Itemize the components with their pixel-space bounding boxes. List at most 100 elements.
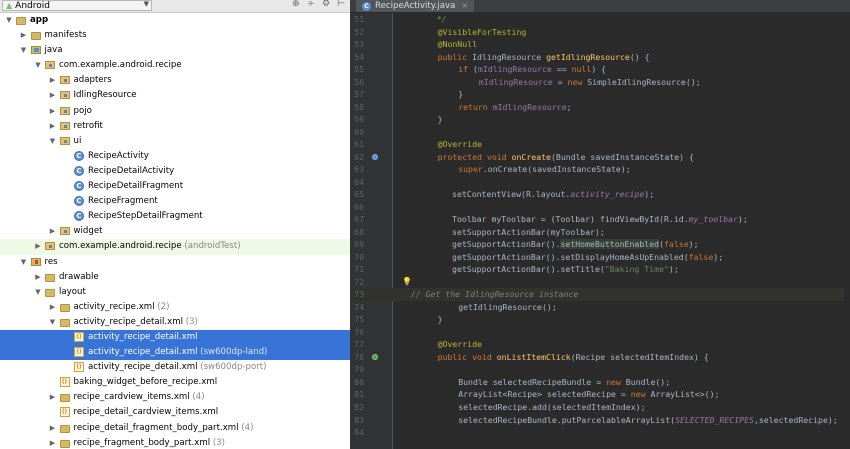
tree-item[interactable]: C RecipeFragment [0, 194, 350, 209]
lightbulb-icon[interactable]: 💡 [402, 276, 412, 289]
line-number: 63 [354, 164, 364, 175]
collapse-arrow-icon[interactable]: ▶ [34, 270, 42, 285]
code-token: onListItemClick [496, 351, 571, 362]
editor-tab-bar: C RecipeActivity.java × [350, 0, 850, 13]
code-text: ArrayList<Recipe> selectedRecipe = new A… [458, 388, 719, 401]
line-number: 53 [354, 39, 364, 50]
tree-item[interactable]: C RecipeActivity [0, 149, 350, 164]
tree-item-label: RecipeDetailActivity [88, 164, 174, 179]
pkg-icon [45, 242, 55, 251]
expand-arrow-icon[interactable]: ▼ [34, 58, 42, 73]
tree-item-label: ui [74, 134, 82, 149]
code-text: // Get the IdlingResource instance [411, 288, 579, 301]
code-token: = [552, 76, 568, 87]
collapse-arrow-icon[interactable]: ▶ [49, 390, 57, 405]
project-toolbar: ▲ Android ▼ ⊕ ÷ ⚙ ⊢ [0, 0, 350, 13]
line-number: 83 [354, 414, 364, 425]
close-icon[interactable]: × [461, 0, 468, 12]
tree-item-label: RecipeDetailFragment [88, 179, 183, 194]
collapse-arrow-icon[interactable]: ▶ [49, 224, 57, 239]
code-text: mIdlingResource = new SimpleIdlingResour… [479, 76, 701, 89]
code-line: 82 selectedRecipe.add(selectedItemIndex); [350, 401, 850, 414]
code-line: 75} [350, 313, 850, 326]
tree-item[interactable]: ▼ com.example.android.recipe [0, 58, 350, 73]
tree-item[interactable]: ▼ activity_recipe_detail.xml (3) [0, 315, 350, 330]
tree-item[interactable]: ▶ widget [0, 224, 350, 239]
tree-item[interactable]: ⟨⟩ activity_recipe_detail.xml [0, 329, 350, 346]
override-gutter-icon[interactable] [372, 153, 378, 160]
tree-item[interactable]: ▼ layout [0, 285, 350, 300]
tree-item[interactable]: C RecipeDetailFragment [0, 179, 350, 194]
tree-item[interactable]: ▼ res [0, 255, 350, 270]
tree-item[interactable]: ⟨⟩ recipe_detail_cardview_items.xml [0, 405, 350, 420]
code-line: 52 @VisibleForTesting [350, 26, 850, 39]
tree-item-text: adapters [73, 75, 112, 86]
tree-item-text: manifests [44, 30, 87, 41]
tree-item-text: RecipeStepDetailFragment [88, 211, 203, 222]
tree-item[interactable]: ▶ recipe_cardview_items.xml (4) [0, 390, 350, 405]
code-area[interactable]: 51 */52 @VisibleForTesting 53 @NonNull 54 pub… [350, 13, 850, 439]
editor-scrollbar[interactable] [844, 13, 850, 449]
tree-item[interactable]: ▶ manifests [0, 28, 350, 43]
tree-item[interactable]: C RecipeStepDetailFragment [0, 209, 350, 224]
sync-icon[interactable]: ⊕ [292, 0, 300, 9]
code-line: 83 selectedRecipeBundle.putParcelableArra… [350, 414, 850, 427]
collapse-arrow-icon[interactable]: ▶ [49, 73, 57, 88]
project-view-selector[interactable]: ▲ Android ▼ [2, 0, 152, 11]
code-token: public void [437, 351, 497, 362]
gear-icon[interactable]: ⚙ [322, 0, 330, 9]
tree-item[interactable]: ▼ ui [0, 134, 350, 149]
tree-item[interactable]: ▶ pojo [0, 104, 350, 119]
tree-item[interactable]: ▶ adapters [0, 73, 350, 88]
collapse-arrow-icon[interactable]: ▶ [49, 300, 57, 315]
xml-icon: ⟨⟩ [59, 377, 70, 388]
collapse-arrow-icon[interactable]: ▶ [49, 436, 57, 449]
expand-arrow-icon[interactable]: ▼ [34, 285, 42, 300]
collapse-arrow-icon[interactable]: ▶ [49, 421, 57, 436]
hide-icon[interactable]: ⊢ [337, 0, 345, 9]
collapse-icon[interactable]: ÷ [307, 0, 315, 9]
line-number: 57 [354, 89, 364, 100]
collapse-arrow-icon[interactable]: ▶ [34, 239, 42, 254]
expand-arrow-icon[interactable]: ▼ [49, 134, 57, 149]
code-text: Bundle selectedRecipeBundle = new Bundle… [458, 376, 670, 389]
tree-item[interactable]: ▶ activity_recipe.xml (2) [0, 300, 350, 315]
code-token: false [664, 239, 689, 250]
code-text: getIdlingResource(); [458, 301, 557, 314]
collapse-arrow-icon[interactable]: ▶ [49, 88, 57, 103]
tree-item[interactable]: ▶ recipe_detail_fragment_body_part.xml (4… [0, 421, 350, 436]
tree-item[interactable]: ▶ drawable [0, 270, 350, 285]
pkg-icon [59, 136, 70, 145]
line-number: 80 [354, 376, 364, 387]
tree-item[interactable]: C RecipeDetailActivity [0, 164, 350, 179]
tree-item[interactable]: ▶ retrofit [0, 119, 350, 134]
collapse-arrow-icon[interactable]: ▶ [49, 104, 57, 119]
expand-arrow-icon[interactable]: ▼ [5, 13, 13, 28]
folder-icon [59, 394, 70, 403]
code-text: @NonNull [438, 38, 477, 51]
tree-item[interactable]: ⟨⟩ activity_recipe_detail.xml (sw600dp-po… [0, 360, 350, 375]
collapse-arrow-icon[interactable]: ▶ [49, 119, 57, 134]
tree-item[interactable]: ⟨⟩ activity_recipe_detail.xml (sw600dp-la… [0, 345, 350, 361]
tree-item[interactable]: ▼ java [0, 43, 350, 58]
tree-item[interactable]: ▼ app [0, 13, 350, 28]
tree-item-text: retrofit [73, 120, 103, 131]
tree-item-label: RecipeFragment [88, 194, 158, 209]
tree-item[interactable]: ▶ com.example.android.recipe (androidTest… [0, 239, 350, 255]
collapse-arrow-icon[interactable]: ▶ [20, 28, 28, 43]
tree-item[interactable]: ⟨⟩ baking_widget_before_recipe.xml [0, 375, 350, 390]
code-line: 54 public IdlingResource getIdlingResourc… [350, 51, 850, 64]
tree-item-text: java [44, 45, 63, 56]
tree-item[interactable]: ▶ recipe_fragment_body_part.xml (3) [0, 436, 350, 449]
code-token: new [630, 389, 651, 400]
code-token: */ [417, 14, 447, 24]
tree-item-text: recipe_detail_cardview_items.xml [73, 407, 219, 418]
expand-arrow-icon[interactable]: ▼ [20, 255, 28, 270]
tab-recipe-activity[interactable]: C RecipeActivity.java × [356, 0, 475, 12]
chevron-down-icon: ▼ [143, 0, 149, 8]
implement-gutter-icon[interactable] [372, 353, 378, 360]
tree-item[interactable]: ▶ IdlingResource [0, 88, 350, 103]
code-token: SELECTED_RECIPES [675, 414, 754, 425]
expand-arrow-icon[interactable]: ▼ [49, 315, 57, 330]
expand-arrow-icon[interactable]: ▼ [20, 43, 28, 58]
